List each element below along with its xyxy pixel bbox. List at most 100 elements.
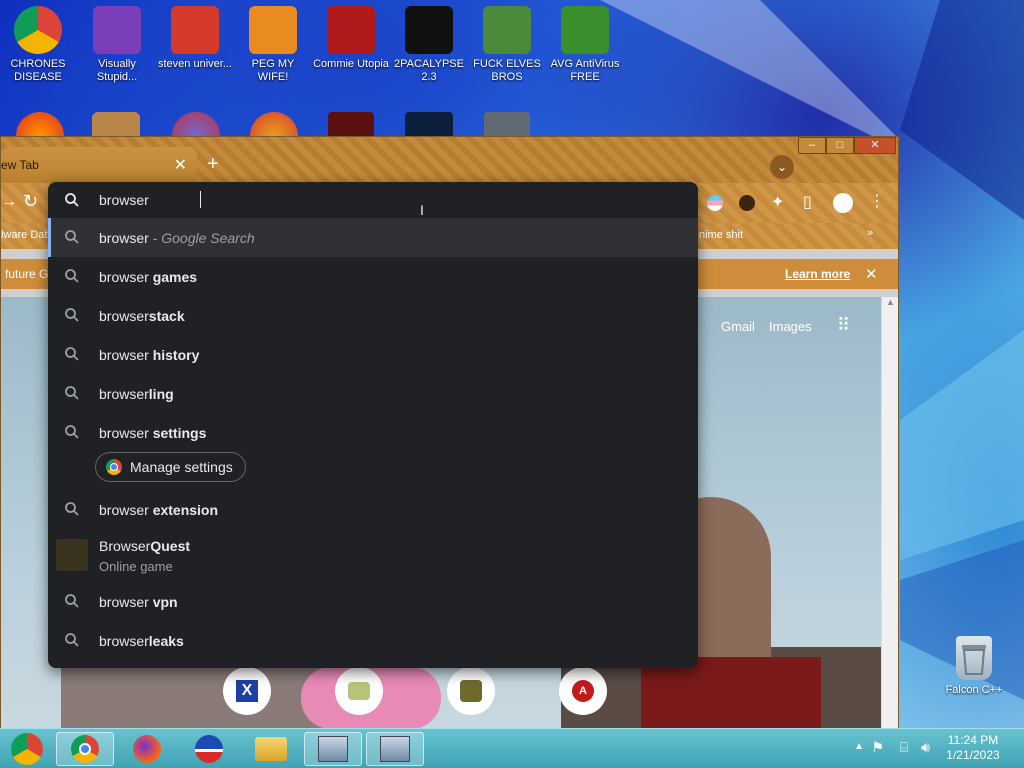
desktop-icon-2[interactable]: steven univer... [157, 0, 233, 71]
desktop-icon-5[interactable]: 2PACALYPSE 2.3 [391, 0, 467, 84]
cmd-icon [405, 6, 453, 54]
desktop-icon-label: steven univer... [158, 58, 232, 70]
chrome-icon [106, 459, 122, 475]
omnibox-suggestion[interactable]: browser - Google Search [48, 218, 698, 257]
elf-icon [483, 6, 531, 54]
volume-icon[interactable]: 🔊︎ [921, 739, 930, 756]
taskbar-obama[interactable] [180, 732, 238, 766]
profile-avatar-icon[interactable] [833, 193, 853, 213]
taskbar-chrome[interactable] [56, 732, 114, 766]
omnibox-suggestion[interactable]: browserstack [48, 296, 698, 335]
apps-grid-icon[interactable]: ⠿ [837, 315, 850, 336]
tab-search-chevron-icon[interactable]: ⌄ [770, 155, 794, 179]
omnibox-suggestion[interactable]: browser settings [48, 413, 698, 452]
shortcut-2[interactable] [335, 667, 383, 715]
network-icon[interactable]: ⌸ [900, 739, 908, 756]
gmail-link[interactable]: Gmail [721, 319, 755, 334]
tab-new-tab[interactable]: ew Tab ✕ [1, 147, 197, 183]
taskbar-firefox[interactable] [118, 732, 176, 766]
extensions-puzzle-icon[interactable]: ✦ [771, 192, 784, 212]
chrome-icon [14, 6, 62, 54]
computer-app-icon-2 [380, 736, 410, 762]
page-scrollbar[interactable]: ▲ [881, 297, 898, 729]
firefox-icon [133, 735, 161, 763]
shortcut-x-icon: X [236, 680, 258, 702]
clock[interactable]: 11:24 PM 1/21/2023 [938, 733, 1008, 763]
desktop-icon-partial-6[interactable] [405, 112, 453, 136]
desktop-icon-firefox-partial[interactable] [16, 112, 64, 136]
taskbar-app-1[interactable] [304, 732, 362, 766]
bookmark-left[interactable]: lware Dat [1, 229, 47, 241]
action-center-flag-icon[interactable]: ⚑ [871, 739, 884, 756]
tab-title: ew Tab [1, 158, 39, 172]
suggestion-text: browser history [99, 347, 200, 363]
suggestion-text: browserleaks [99, 633, 184, 649]
omnibox-suggestion[interactable]: browser games [48, 257, 698, 296]
tray-overflow-icon[interactable]: ▲ [854, 741, 864, 752]
shortcut-4[interactable]: A [559, 667, 607, 715]
commie-icon [327, 6, 375, 54]
reload-icon[interactable]: ↻ [23, 191, 38, 212]
omnibox-suggestion[interactable]: browser history [48, 335, 698, 374]
peggle-icon [249, 6, 297, 54]
close-window-button[interactable]: ✕ [854, 137, 896, 154]
desktop-icon-6[interactable]: FUCK ELVES BROS [469, 0, 545, 84]
steven-universe-icon [171, 6, 219, 54]
search-icon [65, 230, 79, 244]
tab-close-icon[interactable]: ✕ [174, 155, 187, 175]
desktop-icon-flash-partial[interactable] [328, 112, 374, 136]
desktop-icon-partial-3[interactable] [172, 112, 220, 136]
forward-icon[interactable]: → [1, 193, 17, 211]
omnibox-suggestion[interactable]: browser extension [48, 490, 698, 529]
manage-settings-chip[interactable]: Manage settings [95, 452, 246, 482]
extension-avatar-icon[interactable] [739, 195, 755, 211]
shortcut-x[interactable]: X [223, 667, 271, 715]
menu-kebab-icon[interactable]: ⋮ [869, 191, 885, 211]
omnibox-suggestion[interactable]: browserleaks [48, 621, 698, 660]
infobar-close-icon[interactable]: ✕ [865, 265, 878, 283]
bookmarks-overflow-icon[interactable]: » [867, 227, 873, 239]
maximize-button[interactable]: □ [826, 137, 854, 154]
browserquest-thumbnail [56, 539, 88, 571]
search-icon [65, 269, 79, 283]
shortcut-4-icon: A [572, 680, 594, 702]
desktop-icon-1[interactable]: Visually Stupid... [79, 0, 155, 84]
desktop-icon-partial-4[interactable] [250, 112, 298, 136]
shortcut-3[interactable] [447, 667, 495, 715]
omnibox-dropdown: browser I browser - Google Search browser… [48, 182, 698, 668]
omnibox-input-row[interactable]: browser I [48, 182, 698, 218]
desktop-icon-4[interactable]: Commie Utopia [313, 0, 389, 71]
taskbar-app-2[interactable] [366, 732, 424, 766]
desktop-icon-7[interactable]: AVG AntiVirus FREE [547, 0, 623, 84]
infobar-text: future G [5, 267, 49, 281]
taskbar-explorer[interactable] [242, 732, 300, 766]
bookmark-right[interactable]: nime shit [699, 229, 743, 241]
desktop-icon-partial-2[interactable] [92, 112, 140, 136]
learn-more-link[interactable]: Learn more [785, 267, 850, 281]
scroll-up-arrow-icon[interactable]: ▲ [886, 297, 895, 307]
suggestion-browserquest[interactable]: BrowserQuest Online game [48, 531, 698, 579]
browser-titlebar: ew Tab ✕ + ⌄ – □ ✕ [1, 137, 898, 183]
side-panel-icon[interactable]: ▯ [803, 192, 812, 212]
omnibox-suggestion[interactable]: browser vpn [48, 582, 698, 621]
omnibox-suggestion[interactable]: browserling [48, 374, 698, 413]
desktop-icon-0[interactable]: CHRONES DISEASE [0, 0, 76, 84]
search-icon [65, 308, 79, 322]
minimize-button[interactable]: – [798, 137, 826, 154]
desktop-icon-label: CHRONES DISEASE [10, 58, 66, 83]
desktop-icon-3[interactable]: PEG MY WIFE! [235, 0, 311, 84]
suggestion-text: browser extension [99, 502, 219, 518]
browserquest-subtitle: Online game [99, 559, 173, 574]
new-tab-plus-icon[interactable]: + [207, 153, 219, 176]
images-link[interactable]: Images [769, 319, 812, 334]
extension-trans-flag-icon[interactable] [707, 195, 723, 211]
start-chrome-logo-icon [11, 733, 43, 765]
search-icon [65, 386, 79, 400]
desktop-icon-recycle-bin[interactable]: Falcon C++ [936, 630, 1012, 697]
desktop-icon-partial-7[interactable] [484, 112, 530, 136]
start-button[interactable] [2, 732, 52, 766]
search-icon [65, 594, 79, 608]
recycle-bin-icon [956, 636, 992, 680]
omnibox-input[interactable]: browser [99, 192, 149, 208]
shortcut-2-icon [348, 682, 370, 700]
